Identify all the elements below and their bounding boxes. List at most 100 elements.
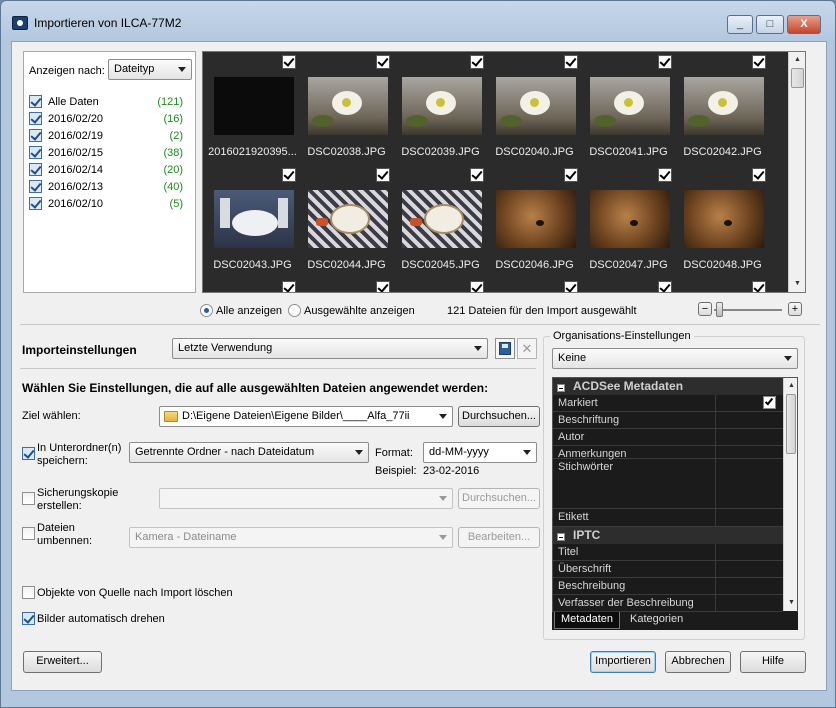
rename-checkbox[interactable] — [22, 527, 35, 540]
close-button[interactable]: X — [787, 15, 821, 34]
thumbnail-item[interactable]: DSC02047.JPG — [582, 167, 675, 279]
thumbnail-checkbox[interactable] — [564, 281, 578, 292]
thumbnail-item[interactable]: DSC02039.JPG — [394, 54, 487, 166]
date-checkbox[interactable] — [29, 146, 42, 159]
thumbnail-item[interactable]: 2016021920395... — [206, 54, 299, 166]
metadata-scrollbar[interactable]: ▲ ▼ — [783, 378, 797, 611]
title-bar[interactable]: Importieren von ILCA-77M2 _ □ X — [1, 1, 835, 35]
collapse-icon[interactable] — [557, 384, 565, 392]
show-all-radio[interactable] — [200, 304, 213, 317]
help-button[interactable]: Hilfe — [740, 651, 806, 673]
auto-rotate-checkbox[interactable] — [22, 612, 35, 625]
edit-rename-button[interactable]: Bearbeiten... — [458, 527, 540, 548]
metadata-value[interactable] — [715, 459, 783, 508]
date-checkbox[interactable] — [29, 112, 42, 125]
target-folder-select[interactable]: D:\Eigene Dateien\Eigene Bilder\____Alfa… — [159, 406, 453, 427]
tab-metadata[interactable]: Metadaten — [554, 612, 620, 629]
metadata-row[interactable]: Etikett — [553, 509, 783, 527]
zoom-out-button[interactable]: − — [698, 302, 712, 316]
scroll-thumb[interactable] — [786, 394, 796, 454]
thumbnail-checkbox[interactable] — [282, 281, 296, 292]
thumbnail-checkbox[interactable] — [564, 168, 578, 182]
scroll-down-icon[interactable]: ▼ — [784, 596, 797, 610]
thumbnail-checkbox[interactable] — [376, 55, 390, 69]
thumbnail-checkbox[interactable] — [376, 281, 390, 292]
organization-select[interactable]: Keine — [552, 348, 798, 369]
thumbnail-item[interactable]: DSC02040.JPG — [488, 54, 581, 166]
zoom-slider-thumb[interactable] — [716, 302, 723, 317]
thumbnail-checkbox[interactable] — [658, 281, 672, 292]
delete-preset-icon[interactable]: ✕ — [517, 338, 537, 359]
tab-categories[interactable]: Kategorien — [624, 612, 689, 629]
scroll-up-icon[interactable]: ▲ — [784, 379, 797, 393]
show-by-select[interactable]: Dateityp — [108, 59, 192, 80]
thumbnail-checkbox[interactable] — [752, 281, 766, 292]
maximize-button[interactable]: □ — [756, 15, 784, 34]
metadata-value[interactable] — [715, 561, 783, 577]
cancel-button[interactable]: Abbrechen — [665, 651, 731, 673]
thumbnail-checkbox[interactable] — [752, 168, 766, 182]
metadata-value[interactable] — [715, 412, 783, 428]
section-acdsee[interactable]: ACDSee Metadaten — [553, 378, 783, 395]
import-button[interactable]: Importieren — [590, 651, 656, 673]
thumbnail-checkbox[interactable] — [658, 168, 672, 182]
scroll-up-icon[interactable]: ▲ — [790, 53, 805, 67]
thumbnail-item[interactable]: DSC02048.JPG — [676, 167, 769, 279]
format-select[interactable]: dd-MM-yyyy — [423, 442, 537, 463]
date-checkbox[interactable] — [29, 129, 42, 142]
show-selected-radio[interactable] — [288, 304, 301, 317]
metadata-value[interactable] — [715, 509, 783, 526]
metadata-value[interactable] — [715, 578, 783, 594]
thumbnail-item[interactable]: DSC02043.JPG — [206, 167, 299, 279]
subfolder-checkbox[interactable] — [22, 447, 35, 460]
thumbnail-item[interactable]: DSC02044.JPG — [300, 167, 393, 279]
thumbnail-item[interactable]: DSC02046.JPG — [488, 167, 581, 279]
thumbnail-checkbox[interactable] — [470, 55, 484, 69]
backup-checkbox[interactable] — [22, 492, 35, 505]
section-iptc[interactable]: IPTC — [553, 527, 783, 544]
metadata-row[interactable]: Anmerkungen — [553, 446, 783, 460]
checked-icon[interactable] — [763, 396, 776, 409]
thumbnail-item[interactable]: DSC02038.JPG — [300, 54, 393, 166]
zoom-slider-track[interactable] — [714, 309, 782, 311]
metadata-value[interactable] — [715, 446, 783, 458]
metadata-value[interactable] — [715, 595, 783, 611]
thumbnail-checkbox[interactable] — [282, 168, 296, 182]
thumbnail-checkbox[interactable] — [658, 55, 672, 69]
date-checkbox[interactable] — [29, 163, 42, 176]
thumbnail-checkbox[interactable] — [376, 168, 390, 182]
rename-pattern-select[interactable]: Kamera - Dateiname — [129, 527, 453, 548]
metadata-row[interactable]: Beschreibung — [553, 578, 783, 595]
metadata-row[interactable]: Markiert — [553, 395, 783, 412]
thumbnail-scrollbar[interactable]: ▲ ▼ — [788, 52, 805, 292]
delete-source-checkbox[interactable] — [22, 586, 35, 599]
browse-backup-button[interactable]: Durchsuchen... — [458, 488, 540, 509]
metadata-row[interactable]: Verfasser der Beschreibung — [553, 595, 783, 612]
scroll-down-icon[interactable]: ▼ — [790, 277, 805, 291]
metadata-row[interactable]: Überschrift — [553, 561, 783, 578]
date-checkbox[interactable] — [29, 197, 42, 210]
thumbnail-checkbox[interactable] — [282, 55, 296, 69]
browse-target-button[interactable]: Durchsuchen... — [458, 406, 540, 427]
scroll-thumb[interactable] — [791, 68, 804, 88]
minimize-button[interactable]: _ — [727, 15, 753, 34]
thumbnail-item[interactable]: DSC02045.JPG — [394, 167, 487, 279]
save-preset-button[interactable] — [495, 338, 515, 359]
backup-folder-select[interactable] — [159, 488, 453, 509]
metadata-row[interactable]: Stichwörter — [553, 459, 783, 509]
metadata-value[interactable] — [715, 429, 783, 445]
thumbnail-checkbox[interactable] — [470, 281, 484, 292]
metadata-row[interactable]: Beschriftung — [553, 412, 783, 429]
zoom-in-button[interactable]: + — [788, 302, 802, 316]
thumbnail-checkbox[interactable] — [564, 55, 578, 69]
thumbnail-checkbox[interactable] — [470, 168, 484, 182]
collapse-icon[interactable] — [557, 533, 565, 541]
advanced-button[interactable]: Erweitert... — [23, 651, 102, 673]
metadata-row[interactable]: Autor — [553, 429, 783, 446]
metadata-value[interactable] — [715, 544, 783, 560]
thumbnail-checkbox[interactable] — [752, 55, 766, 69]
import-preset-select[interactable]: Letzte Verwendung — [172, 338, 488, 359]
date-checkbox[interactable] — [29, 180, 42, 193]
subfolder-mode-select[interactable]: Getrennte Ordner - nach Dateidatum — [129, 442, 369, 463]
thumbnail-item[interactable]: DSC02042.JPG — [676, 54, 769, 166]
